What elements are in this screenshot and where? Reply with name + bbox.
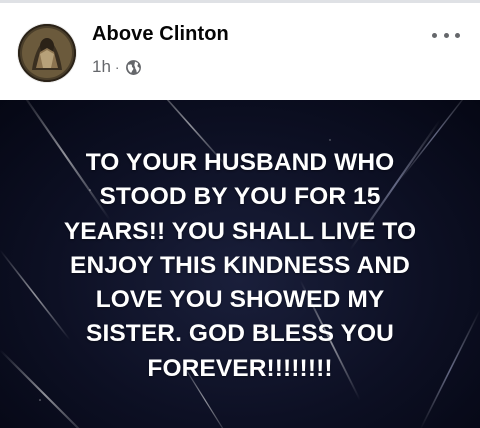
more-options-button[interactable] [432,27,460,43]
more-horizontal-icon-dot [432,32,437,38]
post-meta: 1h · [92,56,142,78]
globe-icon[interactable] [125,59,142,76]
meta-separator: · [114,59,120,75]
post-body-text: TO YOUR HUSBAND WHO STOOD BY YOU FOR 15 … [30,146,450,386]
more-horizontal-icon-dot [443,32,449,38]
post-text-line: SISTER. GOD BLESS YOU [86,320,394,348]
profile-avatar-icon [18,24,76,82]
post-text-line: FOREVER!!!!!!!! [147,354,333,382]
post-text-line: TO YOUR HUSBAND WHO [85,149,395,176]
post-text-line: LOVE YOU SHOWED MY [95,286,385,314]
post-text-line: ENJOY THIS KINDNESS AND [70,251,410,279]
author-name[interactable]: Above Clinton [92,23,229,46]
post-text-line: STOOD BY YOU FOR 15 [99,183,381,211]
post-text-line: YEARS!! YOU SHALL LIVE TO [63,217,417,245]
post-timestamp[interactable]: 1h [92,57,111,77]
author-avatar[interactable] [18,24,76,82]
text-post-card[interactable]: TO YOUR HUSBAND WHO STOOD BY YOU FOR 15 … [0,100,480,428]
post-header: Above Clinton 1h · [0,3,480,100]
facebook-post: Above Clinton 1h · TO YOUR HUSBAND WHO S… [0,0,480,428]
more-horizontal-icon-dot [455,32,460,38]
